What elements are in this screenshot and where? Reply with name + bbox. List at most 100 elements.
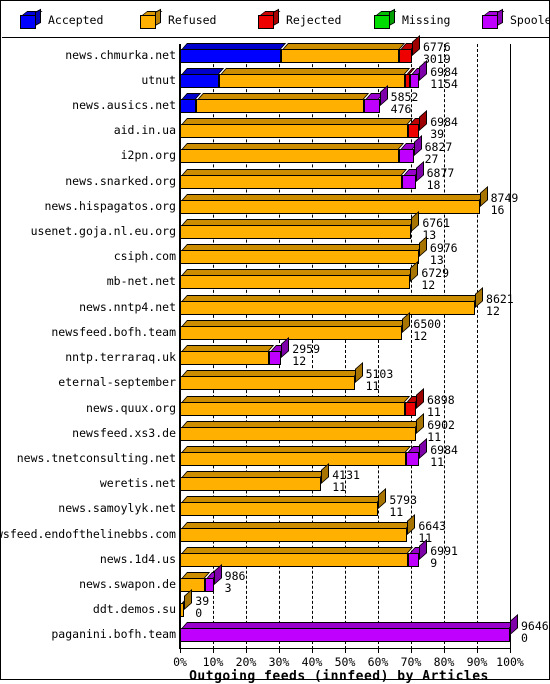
bar-row: news.1d4.us 6991 9 xyxy=(2,538,550,570)
bar-value-secondary: 3 xyxy=(224,580,232,595)
bar-value-secondary: 11 xyxy=(365,379,380,394)
bar-segment-refused xyxy=(180,168,407,189)
bar-top-face xyxy=(281,42,405,50)
bar-value-secondary: 11 xyxy=(426,404,441,419)
x-axis-tick xyxy=(312,649,313,653)
bar-top-face xyxy=(181,67,225,75)
bar-top-face xyxy=(181,370,360,378)
bar-value-secondary: 13 xyxy=(429,253,444,268)
chart-legend: Accepted Refused Rejected Missing Spooled xyxy=(2,2,550,38)
y-axis-label: news.hispagatos.org xyxy=(44,198,176,213)
cube-icon xyxy=(482,8,505,29)
bar-segment-refused xyxy=(280,42,405,63)
y-axis-label: weretis.net xyxy=(99,476,176,491)
legend-item-accepted: Accepted xyxy=(20,8,103,32)
bar-segment-refused xyxy=(180,244,424,265)
bar-top-face xyxy=(181,521,413,529)
bar-segment-rejected xyxy=(399,42,418,63)
x-axis-tick xyxy=(345,649,346,653)
bar-value-secondary: 3019 xyxy=(422,51,451,66)
bar-value-secondary: 9 xyxy=(430,555,438,570)
bar-segment-refused xyxy=(180,193,485,214)
bar-value-secondary: 1154 xyxy=(430,76,458,91)
bar-segment-refused xyxy=(196,93,370,114)
bar-row: newsfeed.xs3.de 6902 11 xyxy=(2,412,550,442)
bar-row: news.hispagatos.org 8749 16 xyxy=(2,185,550,217)
bar-top-face xyxy=(181,269,416,277)
legend-label: Missing xyxy=(402,13,451,27)
x-axis-tick-label: 20% xyxy=(235,655,257,669)
y-axis-label: paganini.bofh.team xyxy=(51,627,176,642)
bar-top-face xyxy=(181,294,481,302)
x-axis-tick-label: 40% xyxy=(301,655,323,669)
cube-icon xyxy=(258,8,281,29)
bar-segment-refused xyxy=(180,471,327,492)
bar-row: news.swapon.de 986 3 xyxy=(2,564,550,595)
bar-row: news.tnetconsulting.net 6984 11 xyxy=(2,437,550,469)
bar-top-face xyxy=(219,67,411,75)
bar-segment-rejected xyxy=(407,118,425,139)
bar-value-secondary: 12 xyxy=(413,328,428,343)
bar-top-face xyxy=(181,143,405,151)
y-axis-label: news.ausics.net xyxy=(72,98,176,113)
bar-value-secondary: 11 xyxy=(389,505,404,520)
bar-row: aid.in.ua 6984 39 xyxy=(2,110,550,140)
bar-row: nntp.terraraq.uk 2959 12 xyxy=(2,337,550,367)
bar-segment-spooled xyxy=(180,622,516,643)
legend-item-spooled: Spooled xyxy=(482,8,550,32)
x-axis-tick-label: 60% xyxy=(367,655,389,669)
bar-row: eternal-september 5103 11 xyxy=(2,362,550,394)
bar-segment-spooled xyxy=(405,445,425,466)
y-axis-label: csiph.com xyxy=(113,249,176,264)
legend-item-missing: Missing xyxy=(374,8,450,32)
x-axis-tick xyxy=(477,649,478,653)
x-axis-tick xyxy=(279,649,280,653)
bar-value-secondary: 11 xyxy=(430,454,445,469)
y-axis-label: news.swapon.de xyxy=(79,576,176,591)
bar-segment-refused xyxy=(180,571,211,592)
bar-segment-refused xyxy=(180,118,413,139)
y-axis-label: news.1d4.us xyxy=(99,551,176,566)
bar-row: csiph.com 6976 13 xyxy=(2,236,550,268)
bar-segment-spooled xyxy=(401,168,421,189)
x-axis-tick-label: 90% xyxy=(466,655,488,669)
bar-segment-accepted xyxy=(180,67,225,88)
bar-value-secondary: 12 xyxy=(486,303,500,318)
bar-segment-refused xyxy=(180,269,416,290)
bar-segment-spooled xyxy=(364,93,385,114)
y-axis-label: i2pn.org xyxy=(120,148,176,163)
cube-icon xyxy=(374,8,397,29)
x-axis-tick xyxy=(213,649,214,653)
legend-item-rejected: Rejected xyxy=(258,8,341,32)
bar-row: ddt.demos.su 39 0 xyxy=(2,589,550,619)
bar-row: utnut 6984 1154 xyxy=(2,59,550,91)
bar-segment-refused xyxy=(180,445,411,466)
bar-top-face xyxy=(181,622,516,630)
legend-label: Accepted xyxy=(48,13,104,27)
bar-value-secondary: 12 xyxy=(421,278,436,293)
bar-segment-spooled xyxy=(268,345,287,366)
y-axis-label: nntp.terraraq.uk xyxy=(65,350,176,365)
x-axis-tick-label: 50% xyxy=(334,655,356,669)
legend-label: Refused xyxy=(168,13,217,27)
x-axis-tick-label: 30% xyxy=(268,655,290,669)
bar-top-face xyxy=(181,219,417,227)
bar-top-face xyxy=(181,345,274,353)
y-axis-label: news.samoylyk.net xyxy=(58,501,176,516)
bar-value-secondary: 0 xyxy=(521,631,528,646)
x-axis-tick xyxy=(246,649,247,653)
bar-value-secondary: 16 xyxy=(490,202,505,217)
bar-segment-refused xyxy=(218,67,411,88)
bar-segment-refused xyxy=(180,219,417,240)
y-axis-label: newsfeed.endofthelinebbs.com xyxy=(0,526,176,541)
bar-segment-refused xyxy=(180,420,422,441)
bar-value-secondary: 18 xyxy=(426,177,441,192)
y-axis-label: newsfeed.xs3.de xyxy=(72,425,176,440)
x-axis-tick-label: 0% xyxy=(173,655,187,669)
y-axis-label: news.quux.org xyxy=(85,400,176,415)
bar-segment-refused xyxy=(180,546,413,567)
bar-row: news.quux.org 6898 11 xyxy=(2,387,550,419)
bar-side-face xyxy=(411,34,420,56)
bar-segment-spooled xyxy=(205,571,219,592)
y-axis-label: utnut xyxy=(141,72,176,87)
